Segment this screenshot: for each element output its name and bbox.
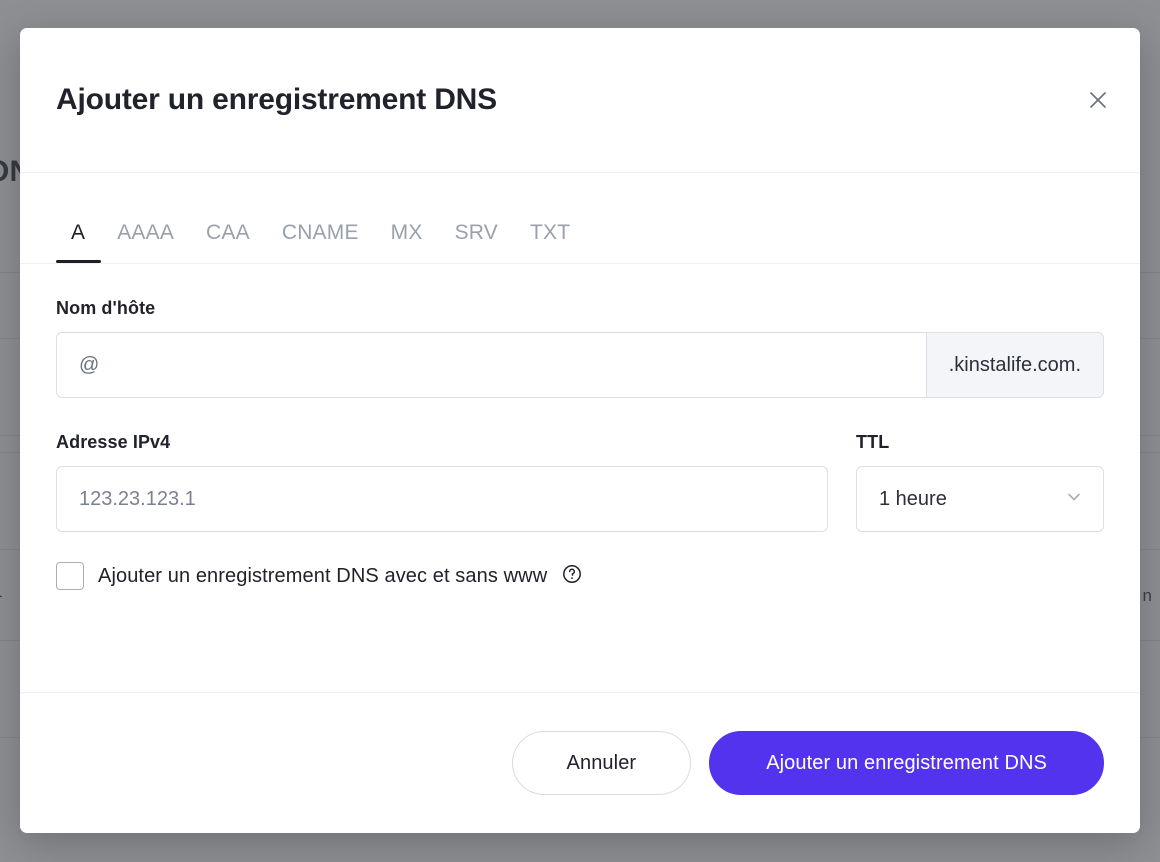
ipv4-input[interactable] — [56, 466, 828, 532]
ttl-select-wrap: 1 heure — [856, 466, 1104, 532]
add-dns-record-dialog: Ajouter un enregistrement DNS A AAAA CAA… — [20, 28, 1140, 833]
ipv4-label: Adresse IPv4 — [56, 432, 828, 453]
hostname-input[interactable] — [56, 332, 926, 398]
dialog-header: Ajouter un enregistrement DNS — [20, 28, 1140, 173]
tab-mx[interactable]: MX — [375, 221, 439, 263]
add-dns-record-button[interactable]: Ajouter un enregistrement DNS — [709, 731, 1104, 795]
tab-srv[interactable]: SRV — [439, 221, 514, 263]
ipv4-field-group: Adresse IPv4 — [56, 432, 828, 532]
tab-cname[interactable]: CNAME — [266, 221, 375, 263]
hostname-label: Nom d'hôte — [56, 298, 1104, 319]
dialog-footer: Annuler Ajouter un enregistrement DNS — [20, 692, 1140, 833]
tab-a[interactable]: A — [56, 221, 101, 263]
tab-txt[interactable]: TXT — [514, 221, 586, 263]
www-option-row: Ajouter un enregistrement DNS avec et sa… — [56, 562, 1104, 590]
cancel-button[interactable]: Annuler — [512, 731, 692, 795]
record-type-tabs: A AAAA CAA CNAME MX SRV TXT — [20, 173, 1140, 264]
www-option-checkbox[interactable] — [56, 562, 84, 590]
tab-caa[interactable]: CAA — [190, 221, 266, 263]
ttl-label: TTL — [856, 432, 1104, 453]
dialog-body: A AAAA CAA CNAME MX SRV TXT Nom d'hôte .… — [20, 173, 1140, 692]
www-option-label: Ajouter un enregistrement DNS avec et sa… — [98, 565, 547, 588]
hostname-group: .kinstalife.com. — [56, 332, 1104, 398]
ip-ttl-row: Adresse IPv4 TTL 1 heure — [56, 432, 1104, 532]
dns-record-form: Nom d'hôte .kinstalife.com. Adresse IPv4… — [20, 264, 1140, 590]
help-circle-icon[interactable] — [561, 563, 583, 590]
tab-aaaa[interactable]: AAAA — [101, 221, 190, 263]
close-icon[interactable] — [1078, 80, 1118, 120]
ttl-select[interactable]: 1 heure — [856, 466, 1104, 532]
ttl-field-group: TTL 1 heure — [856, 432, 1104, 532]
page-title: Ajouter un enregistrement DNS — [56, 83, 497, 117]
hostname-domain-suffix: .kinstalife.com. — [926, 332, 1104, 398]
